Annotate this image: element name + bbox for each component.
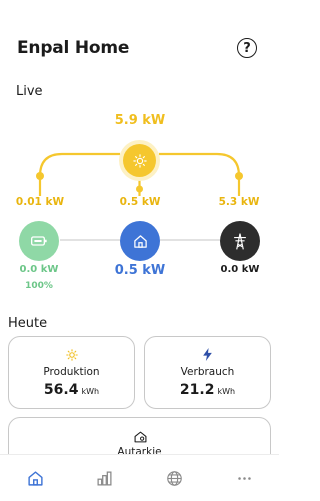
nav-home[interactable] <box>24 467 46 489</box>
house-power-value: 0.5 kW <box>114 263 166 278</box>
consumption-unit: kWh <box>217 387 236 396</box>
help-icon: ? <box>243 40 251 56</box>
today-section-title: Heute <box>8 316 48 331</box>
production-label: Produktion <box>43 366 100 378</box>
battery-percent-value: 100% <box>25 281 53 291</box>
house-icon <box>134 431 147 443</box>
production-unit: kWh <box>81 387 100 396</box>
flow-dot-grid <box>235 172 243 180</box>
sun-icon <box>132 153 147 168</box>
nav-more[interactable] <box>233 467 255 489</box>
globe-icon <box>166 470 182 486</box>
nav-world[interactable] <box>163 467 185 489</box>
flow-to-grid-value: 5.3 kW <box>218 196 260 208</box>
flow-to-house-value: 0.5 kW <box>119 196 161 208</box>
production-value-row: 56.4 kWh <box>9 382 134 398</box>
bottom-navigation <box>0 454 279 501</box>
flow-to-battery-value: 0.01 kW <box>15 196 65 208</box>
more-icon <box>237 476 251 480</box>
consumption-card[interactable]: Verbrauch 21.2 kWh <box>144 336 271 409</box>
flow-dot-battery <box>36 172 44 180</box>
help-button[interactable]: ? <box>237 38 257 58</box>
battery-power-value: 0.0 kW <box>19 264 59 275</box>
grid-power-value: 0.0 kW <box>220 264 260 275</box>
house-icon <box>133 234 147 248</box>
production-value: 56.4 <box>43 382 79 398</box>
nav-statistics[interactable] <box>93 467 115 489</box>
battery-icon <box>31 236 47 246</box>
solar-node[interactable] <box>119 140 160 181</box>
battery-node[interactable] <box>19 221 59 261</box>
bar-chart-icon <box>96 470 112 486</box>
solar-to-grid-line <box>159 152 241 196</box>
consumption-value-row: 21.2 kWh <box>145 382 270 398</box>
production-card[interactable]: Produktion 56.4 kWh <box>8 336 135 409</box>
app-title: Enpal Home <box>17 38 130 58</box>
grid-node[interactable] <box>220 221 260 261</box>
lightning-icon <box>203 348 212 361</box>
solar-to-battery-line <box>38 152 120 196</box>
house-node[interactable] <box>120 221 160 261</box>
power-tower-icon <box>234 233 246 249</box>
consumption-label: Verbrauch <box>180 366 235 378</box>
consumption-value: 21.2 <box>179 382 215 398</box>
flow-dot-house <box>136 185 143 193</box>
sun-icon <box>66 349 78 361</box>
home-icon <box>27 470 43 486</box>
live-section-title: Live <box>16 84 43 99</box>
